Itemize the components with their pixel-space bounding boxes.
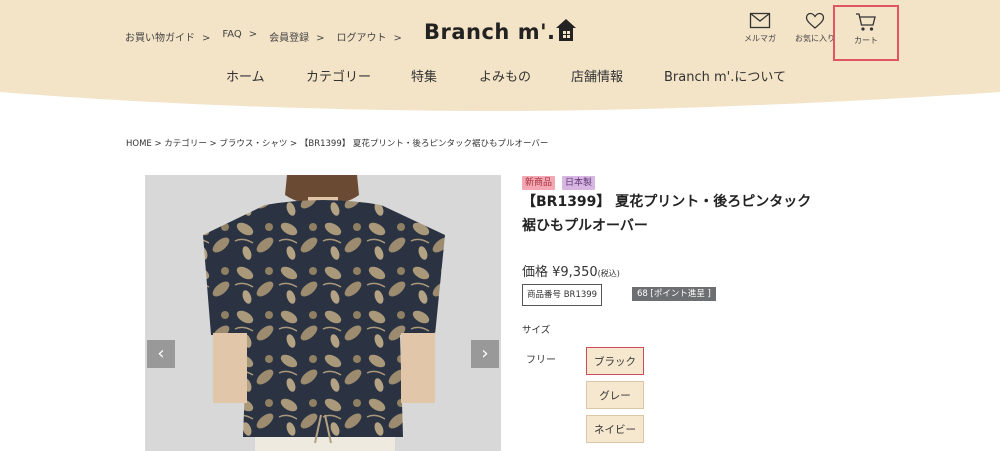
- color-option-navy[interactable]: ネイビー: [586, 415, 644, 443]
- utility-links: お買い物ガイド > FAQ > 会員登録 > ログアウト >: [125, 29, 414, 44]
- site-logo[interactable]: Branch m'.: [424, 20, 555, 44]
- logout-link[interactable]: ログアウト >: [337, 29, 402, 44]
- guide-link[interactable]: お買い物ガイド >: [125, 29, 210, 44]
- color-option-gray[interactable]: グレー: [586, 381, 644, 409]
- color-option-black[interactable]: ブラック: [586, 347, 644, 375]
- product-photo-illustration: [145, 175, 501, 451]
- points-badge: 68 [ポイント進呈 ]: [632, 287, 716, 301]
- global-nav: ホーム カテゴリー 特集 よみもの 店舗情報 Branch m'.について: [0, 66, 1000, 86]
- size-label: サイズ: [522, 325, 551, 336]
- product-title: 【BR1399】 夏花プリント・後ろピンタック裾ひもプルオーバー: [522, 194, 812, 234]
- chevron-left-icon: ‹: [157, 343, 165, 364]
- envelope-icon: [749, 12, 771, 29]
- favorites-button[interactable]: お気に入り: [792, 12, 838, 44]
- badge-made-in-japan: 日本製: [562, 176, 596, 190]
- nav-home[interactable]: ホーム: [226, 66, 265, 85]
- nav-about[interactable]: Branch m'.について: [664, 66, 786, 85]
- cart-highlight: [833, 5, 899, 61]
- nav-store-info[interactable]: 店舗情報: [571, 66, 623, 85]
- nav-reading[interactable]: よみもの: [479, 66, 531, 85]
- next-image-button[interactable]: ›: [471, 340, 499, 368]
- nav-category[interactable]: カテゴリー: [306, 66, 371, 85]
- register-link[interactable]: 会員登録 >: [269, 29, 324, 44]
- newsletter-button[interactable]: メルマガ: [737, 12, 783, 44]
- chevron-right-icon: ›: [481, 343, 489, 364]
- breadcrumb[interactable]: HOME > カテゴリー > ブラウス・シャツ > 【BR1399】 夏花プリン…: [126, 137, 548, 149]
- product-code: 商品番号 BR1399: [522, 284, 603, 306]
- product-image[interactable]: [145, 175, 501, 451]
- size-value: フリー: [526, 355, 556, 366]
- product-price: 価格 ¥9,350(税込): [522, 265, 620, 280]
- house-icon: [556, 19, 576, 41]
- faq-link[interactable]: FAQ >: [222, 29, 257, 44]
- badge-new: 新商品: [522, 176, 556, 190]
- heart-icon: [805, 12, 825, 29]
- nav-feature[interactable]: 特集: [411, 66, 437, 85]
- prev-image-button[interactable]: ‹: [147, 340, 175, 368]
